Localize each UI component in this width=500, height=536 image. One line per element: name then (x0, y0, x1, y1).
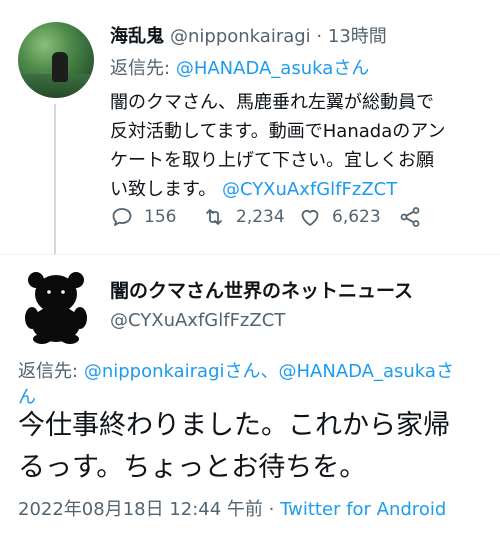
avatar-nipponkairagi[interactable] (18, 22, 94, 98)
retweet-count: 2,234 (236, 207, 285, 227)
share-action[interactable] (398, 205, 422, 229)
tweet2-handle[interactable]: @CYXuAxfGlfFzZCT (110, 310, 285, 331)
reply-to-link[interactable]: @HANADA_asukaさん (176, 58, 369, 79)
tweet1-time[interactable]: 13時間 (328, 26, 387, 47)
like-icon (301, 209, 319, 226)
like-count: 6,623 (332, 207, 381, 227)
thread-connector-line (54, 104, 56, 254)
tweet2-timestamp[interactable]: 2022年08月18日 12:44 午前 (18, 499, 263, 520)
tweet-divider (0, 254, 500, 255)
bear-silhouette-icon (25, 272, 87, 344)
tweet1-body-line: ケートを取り上げて下さい。宜しくお願 (110, 150, 434, 171)
reply-count: 156 (144, 207, 177, 227)
tweet2-display-name[interactable]: 闇のクマさん世界のネットニュース (110, 276, 413, 303)
tweet2-reply-context: 返信先: @nipponkairagiさん、@HANADA_asukaさ ん (18, 357, 454, 409)
tweet2-body-line: 今仕事終わりました。これから家帰 (18, 410, 450, 441)
tweet1-reply-context: 返信先: @HANADA_asukaさん (110, 54, 369, 80)
tweet1-body: 闇のクマさん、馬鹿垂れ左翼が総動員で 反対活動してます。動画でHanadaのアン… (110, 88, 490, 204)
tweet1-separator: · (316, 26, 323, 47)
tweet2-source-link[interactable]: Twitter for Android (280, 499, 446, 520)
reply-to-link-1[interactable]: @nipponkairagiさん、 (84, 361, 279, 382)
meta-separator: · (268, 499, 275, 520)
reply-icon (112, 208, 132, 226)
like-action[interactable]: 6,623 (298, 205, 381, 229)
reply-prefix: 返信先: (110, 58, 171, 79)
tweet1-body-line: 反対活動してます。動画でHanadaのアン (110, 121, 446, 142)
tweet1-body-text: い致します。 (110, 179, 217, 200)
avatar-cyxuaxfglffzzct[interactable] (18, 268, 94, 344)
tweet2-body: 今仕事終わりました。これから家帰 るっす。ちょっとお待ちを。 (18, 405, 450, 489)
tweet1-mention-link[interactable]: @CYXuAxfGlfFzZCT (222, 179, 397, 200)
reply-action[interactable]: 156 (110, 205, 176, 229)
share-icon (400, 207, 420, 227)
reply-to-link-2[interactable]: @HANADA_asukaさ (279, 361, 454, 382)
tweet2-metadata: 2022年08月18日 12:44 午前 · Twitter for Andro… (18, 495, 446, 521)
tweet2-body-line: るっす。ちょっとお待ちを。 (18, 452, 367, 483)
tweet1-display-name[interactable]: 海乱鬼 (110, 26, 164, 47)
reply-prefix: 返信先: (18, 361, 79, 382)
tweet1-body-line: 闇のクマさん、馬鹿垂れ左翼が総動員で (110, 92, 434, 113)
tweet1-header: 海乱鬼 @nipponkairagi · 13時間 (110, 22, 387, 48)
avatar-figure (52, 52, 68, 82)
retweet-action[interactable]: 2,234 (202, 205, 285, 229)
tweet1-body-line-last: い致します。 @CYXuAxfGlfFzZCT (110, 175, 490, 204)
tweet1-handle[interactable]: @nipponkairagi (170, 26, 311, 47)
retweet-icon (206, 209, 222, 225)
